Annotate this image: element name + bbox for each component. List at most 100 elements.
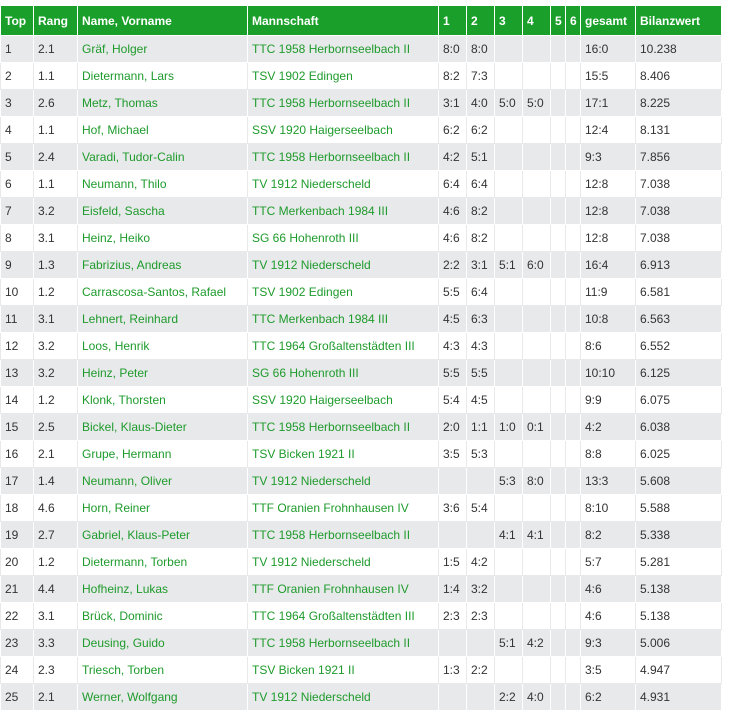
team-name-link[interactable]: TTC 1958 Herbornseelbach II: [247, 413, 439, 441]
header-mannschaft[interactable]: Mannschaft: [247, 5, 439, 36]
team-name-link[interactable]: TTC 1958 Herbornseelbach II: [247, 629, 439, 657]
cell-set-5: [550, 548, 566, 576]
header-gesamt[interactable]: gesamt: [580, 5, 636, 36]
header-name[interactable]: Name, Vorname: [77, 5, 248, 36]
player-name-link[interactable]: Klonk, Thorsten: [77, 386, 248, 414]
team-name-link[interactable]: SG 66 Hohenroth III: [247, 359, 439, 387]
cell-set-2: 4:2: [466, 548, 495, 576]
header-set-4[interactable]: 4: [522, 5, 551, 36]
cell-set-5: [550, 62, 566, 90]
cell-top: 23: [0, 629, 34, 657]
header-set-6[interactable]: 6: [565, 5, 581, 36]
team-name-link[interactable]: SSV 1920 Haigerseelbach: [247, 116, 439, 144]
cell-set-5: [550, 386, 566, 414]
header-set-1[interactable]: 1: [438, 5, 467, 36]
cell-top: 25: [0, 683, 34, 711]
cell-top: 9: [0, 251, 34, 279]
cell-top: 3: [0, 89, 34, 117]
cell-set-2: 8:2: [466, 197, 495, 225]
header-rang[interactable]: Rang: [33, 5, 78, 36]
player-name-link[interactable]: Grupe, Hermann: [77, 440, 248, 468]
cell-set-2: [466, 683, 495, 711]
team-name-link[interactable]: TSV Bicken 1921 II: [247, 656, 439, 684]
cell-rang: 2.5: [33, 413, 78, 441]
team-name-link[interactable]: TTF Oranien Frohnhausen IV: [247, 494, 439, 522]
player-name-link[interactable]: Metz, Thomas: [77, 89, 248, 117]
player-name-link[interactable]: Werner, Wolfgang: [77, 683, 248, 711]
team-name-link[interactable]: TV 1912 Niederscheld: [247, 683, 439, 711]
header-bilanzwert[interactable]: Bilanzwert: [635, 5, 722, 36]
player-name-link[interactable]: Neumann, Thilo: [77, 170, 248, 198]
player-name-link[interactable]: Hof, Michael: [77, 116, 248, 144]
player-name-link[interactable]: Bickel, Klaus-Dieter: [77, 413, 248, 441]
team-name-link[interactable]: TV 1912 Niederscheld: [247, 251, 439, 279]
cell-bilanzwert: 4.947: [635, 656, 722, 684]
cell-set-2: 8:0: [466, 35, 495, 63]
cell-gesamt: 4:6: [580, 602, 636, 630]
cell-set-3: 5:1: [494, 629, 523, 657]
team-name-link[interactable]: TTC Merkenbach 1984 III: [247, 305, 439, 333]
cell-rang: 1.3: [33, 251, 78, 279]
player-name-link[interactable]: Brück, Dominic: [77, 602, 248, 630]
team-name-link[interactable]: TTC 1964 Großaltenstädten III: [247, 332, 439, 360]
cell-set-2: 5:5: [466, 359, 495, 387]
team-name-link[interactable]: TSV Bicken 1921 II: [247, 440, 439, 468]
cell-set-2: 5:3: [466, 440, 495, 468]
cell-set-3: [494, 278, 523, 306]
cell-set-6: [565, 467, 581, 495]
cell-set-1: 1:3: [438, 656, 467, 684]
team-name-link[interactable]: TSV 1902 Edingen: [247, 62, 439, 90]
player-name-link[interactable]: Dietermann, Torben: [77, 548, 248, 576]
player-name-link[interactable]: Varadi, Tudor-Calin: [77, 143, 248, 171]
player-name-link[interactable]: Dietermann, Lars: [77, 62, 248, 90]
player-name-link[interactable]: Deusing, Guido: [77, 629, 248, 657]
player-name-link[interactable]: Carrascosa-Santos, Rafael: [77, 278, 248, 306]
header-set-5[interactable]: 5: [550, 5, 566, 36]
team-name-link[interactable]: SSV 1920 Haigerseelbach: [247, 386, 439, 414]
cell-bilanzwert: 10.238: [635, 35, 722, 63]
cell-set-2: 6:3: [466, 305, 495, 333]
cell-set-5: [550, 35, 566, 63]
team-name-link[interactable]: TTC 1958 Herbornseelbach II: [247, 143, 439, 171]
cell-set-2: 4:5: [466, 386, 495, 414]
cell-bilanzwert: 5.138: [635, 575, 722, 603]
team-name-link[interactable]: TTC 1958 Herbornseelbach II: [247, 89, 439, 117]
player-name-link[interactable]: Gabriel, Klaus-Peter: [77, 521, 248, 549]
team-name-link[interactable]: TV 1912 Niederscheld: [247, 467, 439, 495]
cell-set-2: 3:1: [466, 251, 495, 279]
team-name-link[interactable]: TTC 1958 Herbornseelbach II: [247, 521, 439, 549]
team-name-link[interactable]: SG 66 Hohenroth III: [247, 224, 439, 252]
header-top[interactable]: Top: [0, 5, 34, 36]
player-name-link[interactable]: Triesch, Torben: [77, 656, 248, 684]
player-name-link[interactable]: Gräf, Holger: [77, 35, 248, 63]
player-name-link[interactable]: Lehnert, Reinhard: [77, 305, 248, 333]
team-name-link[interactable]: TV 1912 Niederscheld: [247, 548, 439, 576]
player-name-link[interactable]: Fabrizius, Andreas: [77, 251, 248, 279]
team-name-link[interactable]: TSV 1902 Edingen: [247, 278, 439, 306]
cell-set-4: [522, 197, 551, 225]
cell-gesamt: 15:5: [580, 62, 636, 90]
team-name-link[interactable]: TTC Merkenbach 1984 III: [247, 197, 439, 225]
team-name-link[interactable]: TTC 1958 Herbornseelbach II: [247, 35, 439, 63]
player-name-link[interactable]: Horn, Reiner: [77, 494, 248, 522]
cell-set-2: 6:4: [466, 170, 495, 198]
player-name-link[interactable]: Neumann, Oliver: [77, 467, 248, 495]
header-set-2[interactable]: 2: [466, 5, 495, 36]
player-name-link[interactable]: Hofheinz, Lukas: [77, 575, 248, 603]
team-name-link[interactable]: TTC 1964 Großaltenstädten III: [247, 602, 439, 630]
header-set-3[interactable]: 3: [494, 5, 523, 36]
cell-set-1: 2:2: [438, 251, 467, 279]
ranking-body: 1 2.1 Gräf, Holger TTC 1958 Herbornseelbach…: [0, 35, 722, 711]
player-name-link[interactable]: Heinz, Heiko: [77, 224, 248, 252]
cell-set-1: 2:3: [438, 602, 467, 630]
table-row: 16 2.1 Grupe, Hermann TSV Bicken 1921 II 3:5…: [0, 440, 722, 468]
player-name-link[interactable]: Loos, Henrik: [77, 332, 248, 360]
player-name-link[interactable]: Eisfeld, Sascha: [77, 197, 248, 225]
cell-bilanzwert: 5.006: [635, 629, 722, 657]
team-name-link[interactable]: TV 1912 Niederscheld: [247, 170, 439, 198]
cell-set-3: [494, 143, 523, 171]
player-name-link[interactable]: Heinz, Peter: [77, 359, 248, 387]
cell-set-2: 4:0: [466, 89, 495, 117]
team-name-link[interactable]: TTF Oranien Frohnhausen IV: [247, 575, 439, 603]
cell-set-1: 5:4: [438, 386, 467, 414]
